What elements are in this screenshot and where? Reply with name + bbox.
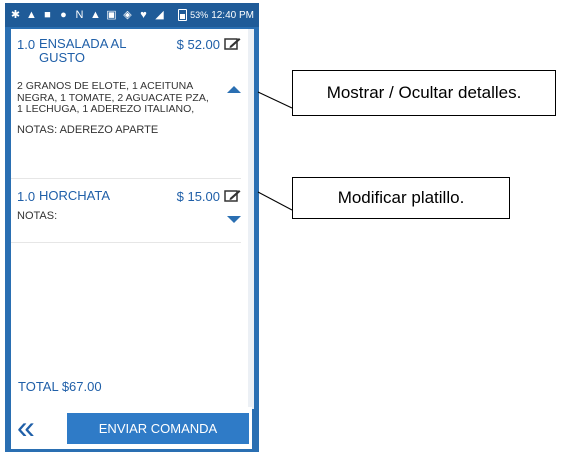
callout-modify-dish: Modificar platillo. <box>292 177 510 219</box>
callout-toggle-details: Mostrar / Ocultar detalles. <box>292 70 556 116</box>
callout-connectors <box>257 91 293 211</box>
